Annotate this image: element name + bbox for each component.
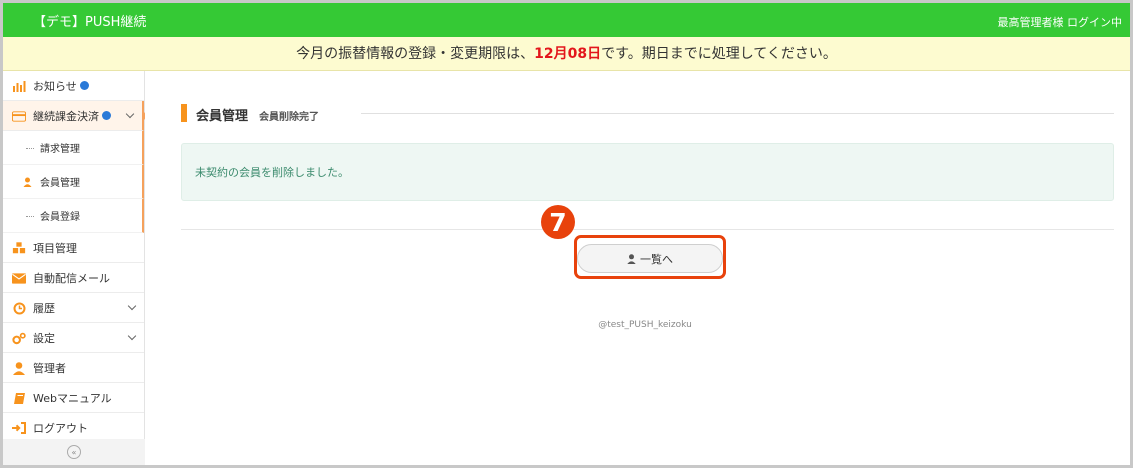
sidebar-item-settings[interactable]: 設定 [3,323,144,353]
cubes-icon [12,241,26,255]
app-frame: 【デモ】PUSH継続 最高管理者様 ログイン中 今月の振替情報の登録・変更期限は… [0,0,1133,468]
sidebar-item-label: 設定 [33,331,55,345]
sidebar-item-label: Webマニュアル [33,391,112,405]
main-content: 会員管理 会員削除完了 未契約の会員を削除しました。 7 一覧へ @test_P… [145,71,1130,465]
book-icon [12,391,26,405]
chevron-down-icon[interactable] [125,109,135,119]
notice-prefix: 今月の振替情報の登録・変更期限は、 [296,46,535,62]
user-status: 最高管理者様 ログイン中 [997,16,1123,29]
page-subtitle: 会員削除完了 [259,112,319,123]
sign-out-icon [12,421,26,435]
sidebar-subitem-label: 会員登録 [40,212,80,223]
chevron-down-icon[interactable] [127,331,137,341]
sidebar-item-field-management[interactable]: 項目管理 [3,233,144,263]
sidebar-subitem-label: 請求管理 [40,144,80,155]
page-title: 会員管理 [196,109,249,124]
envelope-icon [12,271,26,285]
notice-suffix: です。期日までに処理してください。 [601,46,837,62]
notice-deadline: 12月08日 [534,46,602,62]
tree-line-icon [26,216,34,217]
collapse-sidebar-button[interactable]: « [67,445,81,459]
sidebar-item-label: ログアウト [33,421,88,435]
sidebar-item-history[interactable]: 履歴 [3,293,144,323]
info-icon [79,81,89,90]
bar-chart-icon [12,79,26,93]
sidebar-item-administrators[interactable]: 管理者 [3,353,144,383]
sidebar: お知らせ 継続課金決済 請求管理 会員管理 会員登録 項目管理 自動配信メール … [3,71,148,465]
credit-card-icon [12,109,26,123]
step-number-badge: 7 [541,205,575,239]
user-icon [12,361,26,375]
sidebar-subitem-label: 会員管理 [40,178,80,189]
sidebar-collapse-bar: « [3,439,145,465]
sidebar-item-label: 履歴 [33,301,55,315]
sidebar-item-label: 継続課金決済 [33,109,99,123]
title-accent-bar [181,104,187,122]
sidebar-item-label: 管理者 [33,361,66,375]
content-divider [181,229,1114,230]
sidebar-item-label: お知らせ [33,79,77,93]
sidebar-item-label: 自動配信メール [33,271,110,285]
page-header: 会員管理 会員削除完了 [181,102,1114,124]
user-icon [23,177,32,190]
back-to-list-label: 一覧へ [640,252,673,266]
back-to-list-button[interactable]: 一覧へ [577,244,723,273]
chevron-down-icon[interactable] [127,301,137,311]
top-bar: 【デモ】PUSH継続 最高管理者様 ログイン中 [3,3,1130,37]
sidebar-subitem-billing[interactable]: 請求管理 [3,131,144,165]
sidebar-item-auto-mail[interactable]: 自動配信メール [3,263,144,293]
deadline-notice: 今月の振替情報の登録・変更期限は、12月08日です。期日までに処理してください。 [3,37,1130,71]
title-divider [361,113,1114,114]
sidebar-item-web-manual[interactable]: Webマニュアル [3,383,144,413]
footer-account-id: @test_PUSH_keizoku [598,320,692,330]
user-icon [627,253,636,264]
sidebar-subitem-member-registration[interactable]: 会員登録 [3,199,144,233]
sidebar-subitem-members[interactable]: 会員管理 [3,165,144,199]
sidebar-item-recurring-billing[interactable]: 継続課金決済 [3,101,148,131]
tree-line-icon [26,148,34,149]
gears-icon [12,331,26,345]
sidebar-item-label: 項目管理 [33,241,77,255]
success-message-text: 未契約の会員を削除しました。 [195,166,349,179]
info-icon [102,111,111,120]
success-message: 未契約の会員を削除しました。 [181,143,1114,201]
app-title[interactable]: 【デモ】PUSH継続 [33,11,146,30]
sidebar-item-news[interactable]: お知らせ [3,71,144,101]
history-icon [12,301,26,315]
